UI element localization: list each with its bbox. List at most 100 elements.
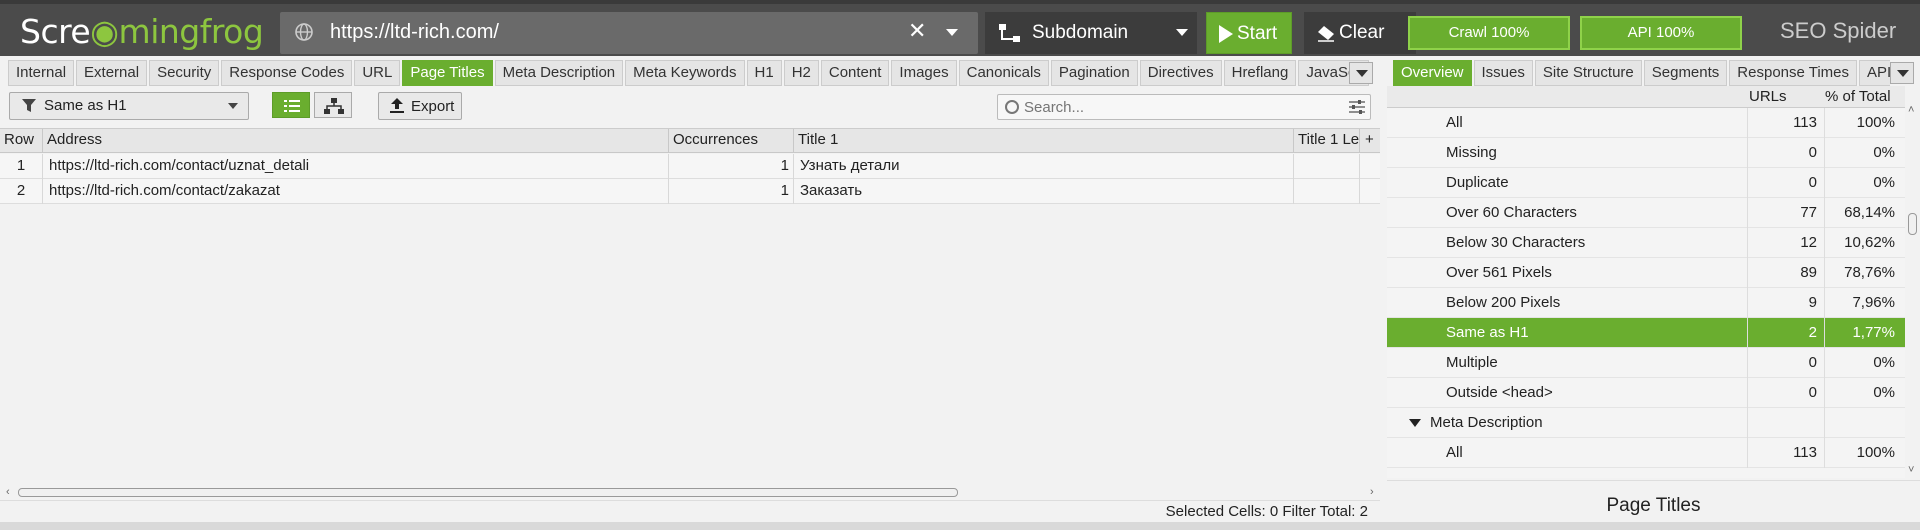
col-title1-length[interactable]: Title 1 Le (1294, 129, 1360, 153)
cell-title1-length[interactable] (1294, 154, 1360, 179)
scroll-down-icon[interactable]: ˅ (1908, 464, 1914, 476)
start-button[interactable]: Start (1206, 12, 1292, 54)
overview-row[interactable]: Over 561 Pixels 89 78,76% (1387, 258, 1905, 288)
side-tab-api[interactable]: API (1859, 60, 1890, 86)
more-tabs-button[interactable] (1349, 62, 1373, 84)
scroll-left-icon[interactable]: ‹ (6, 486, 10, 498)
cell-row[interactable]: 2 (0, 179, 43, 204)
overview-row[interactable]: Outside <head> 0 0% (1387, 378, 1905, 408)
more-side-tabs-button[interactable] (1890, 62, 1914, 84)
tab-directives[interactable]: Directives (1139, 60, 1222, 86)
table-header: Row Address Occurrences Title 1 Title 1 … (0, 129, 1380, 153)
scrollbar-thumb[interactable] (18, 488, 958, 497)
cell-title1-length[interactable] (1294, 179, 1360, 204)
table-row[interactable]: 1 https://ltd-rich.com/contact/uznat_deta… (0, 154, 1380, 179)
clear-button[interactable]: Clear (1304, 12, 1416, 54)
tab-canonicals[interactable]: Canonicals (958, 60, 1049, 86)
cell-title1[interactable]: Узнать детали (794, 154, 1294, 179)
overview-row-urls: 0 (1808, 144, 1817, 161)
scroll-right-icon[interactable]: › (1370, 486, 1374, 498)
overview-row[interactable]: Meta Description (1387, 408, 1905, 438)
side-tab-response-times[interactable]: Response Times (1729, 60, 1858, 86)
tab-images[interactable]: Images (891, 60, 957, 86)
cell-address[interactable]: https://ltd-rich.com/contact/uznat_detal… (43, 154, 669, 179)
side-tab-site-structure[interactable]: Site Structure (1534, 60, 1642, 86)
cell-occurrences[interactable]: 1 (669, 154, 794, 179)
overview-row[interactable]: Below 30 Characters 12 10,62% (1387, 228, 1905, 258)
overview-row[interactable]: Multiple 0 0% (1387, 348, 1905, 378)
tab-internal[interactable]: Internal (8, 60, 75, 86)
overview-row[interactable]: Over 60 Characters 77 68,14% (1387, 198, 1905, 228)
tree-view-button[interactable] (314, 92, 352, 118)
tab-meta-description[interactable]: Meta Description (494, 60, 624, 86)
clear-label: Clear (1339, 22, 1385, 43)
overview-row-label: Meta Description (1430, 414, 1543, 431)
overview-row-label: Duplicate (1446, 174, 1509, 191)
export-button[interactable]: Export (378, 92, 462, 120)
tab-url[interactable]: URL (354, 60, 401, 86)
tab-security[interactable]: Security (149, 60, 220, 86)
tab-response-codes[interactable]: Response Codes (221, 60, 353, 86)
export-label: Export (411, 98, 455, 115)
tab-meta-keywords[interactable]: Meta Keywords (625, 60, 745, 86)
cell-title1[interactable]: Заказать (794, 179, 1294, 204)
col-occurrences[interactable]: Occurrences (669, 129, 794, 153)
chevron-down-icon[interactable] (945, 22, 959, 42)
overview-row-urls: 77 (1800, 204, 1817, 221)
overview-row-pct: 0% (1873, 384, 1895, 401)
top-bar: Scre◉mingfrog https://ltd-rich.com/ ✕ Su… (0, 0, 1920, 56)
overview-row[interactable]: Missing 0 0% (1387, 138, 1905, 168)
overview-row-urls: 89 (1800, 264, 1817, 281)
overview-row[interactable]: Same as H1 2 1,77% (1387, 318, 1905, 348)
tab-h1[interactable]: H1 (746, 60, 782, 86)
scroll-up-icon[interactable]: ˄ (1908, 104, 1914, 116)
table-row[interactable]: 2 https://ltd-rich.com/contact/zakazat 1 За… (0, 179, 1380, 204)
overview-row[interactable]: Duplicate 0 0% (1387, 168, 1905, 198)
side-tab-segments[interactable]: Segments (1643, 60, 1728, 86)
logo-frog-icon: ◉ (90, 12, 119, 51)
bottom-strip (0, 522, 1920, 530)
side-tab-overview[interactable]: Overview (1393, 60, 1472, 86)
tab-hreflang[interactable]: Hreflang (1223, 60, 1297, 86)
expand-triangle-icon[interactable] (1409, 419, 1421, 427)
search-options-icon[interactable] (1349, 100, 1365, 114)
tab-h2[interactable]: H2 (783, 60, 819, 86)
tab-page-titles[interactable]: Page Titles (402, 60, 493, 86)
list-view-button[interactable] (272, 92, 310, 118)
filter-select[interactable]: Same as H1 (9, 92, 249, 120)
tab-pagination[interactable]: Pagination (1050, 60, 1138, 86)
tab-external[interactable]: External (76, 60, 148, 86)
crawl-mode-select[interactable]: Subdomain (985, 12, 1197, 54)
chevron-down-icon (1356, 70, 1368, 77)
overview-row[interactable]: All 113 100% (1387, 438, 1905, 468)
overview-row-label: Below 200 Pixels (1446, 294, 1561, 311)
overview-row[interactable]: All 113 100% (1387, 108, 1905, 138)
col-row[interactable]: Row (0, 129, 43, 153)
side-tab-issues[interactable]: Issues (1473, 60, 1533, 86)
overview-row-pct: 68,14% (1844, 204, 1895, 221)
url-text: https://ltd-rich.com/ (330, 21, 499, 43)
search-field[interactable] (997, 94, 1371, 120)
cell-row[interactable]: 1 (0, 154, 43, 179)
horizontal-scrollbar[interactable]: ‹ › (4, 486, 1380, 500)
overview-row-pct: 78,76% (1844, 264, 1895, 281)
globe-icon (295, 23, 313, 41)
overview-row[interactable]: Below 200 Pixels 9 7,96% (1387, 288, 1905, 318)
subdomain-icon (999, 24, 1020, 42)
eraser-icon (1318, 26, 1334, 42)
overview-scrollbar[interactable]: ˄ ˅ (1907, 104, 1919, 478)
search-input[interactable] (1024, 97, 1324, 117)
cell-occurrences[interactable]: 1 (669, 179, 794, 204)
url-input[interactable]: https://ltd-rich.com/ ✕ (280, 12, 978, 54)
clear-url-icon[interactable]: ✕ (908, 18, 926, 44)
overview-row-urls: 9 (1808, 294, 1817, 311)
add-column-icon[interactable]: + (1360, 129, 1380, 153)
col-title1[interactable]: Title 1 (794, 129, 1294, 153)
cell-address[interactable]: https://ltd-rich.com/contact/zakazat (43, 179, 669, 204)
scrollbar-thumb[interactable] (1908, 213, 1917, 235)
col-urls: URLs (1749, 88, 1787, 105)
tab-content[interactable]: Content (820, 60, 890, 86)
results-table: Row Address Occurrences Title 1 Title 1 … (0, 128, 1380, 484)
overview-row-pct: 0% (1873, 144, 1895, 161)
col-address[interactable]: Address (43, 129, 669, 153)
